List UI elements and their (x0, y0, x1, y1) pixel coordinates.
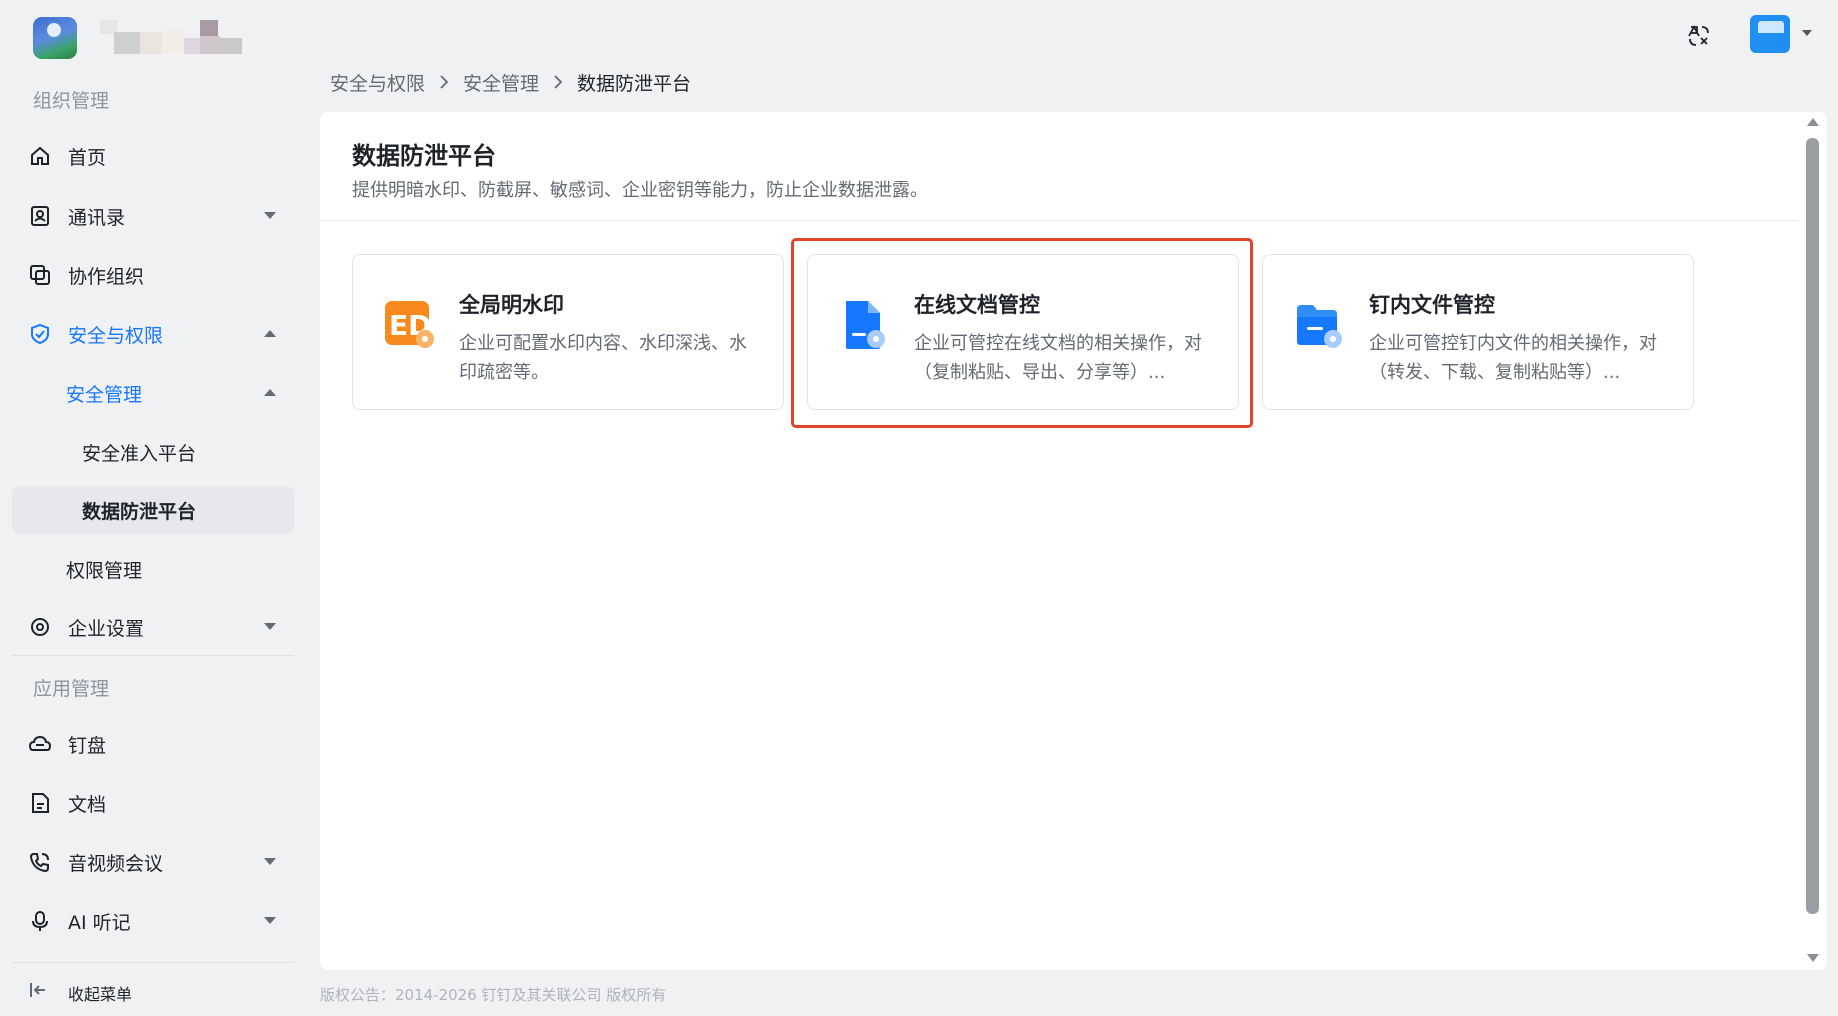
folder-icon (1293, 297, 1345, 353)
sidebar-item-security-permission[interactable]: 安全与权限 (12, 310, 294, 358)
sidebar-item-label: 协作组织 (68, 265, 145, 288)
sidebar-item-permission-management[interactable]: 权限管理 (12, 545, 294, 593)
chevron-right-icon (439, 75, 449, 89)
breadcrumb-item[interactable]: 安全管理 (463, 69, 539, 96)
chevron-down-icon (264, 858, 276, 865)
section-title-apps: 应用管理 (33, 678, 110, 700)
sidebar-item-label: 权限管理 (66, 559, 143, 582)
divider (12, 962, 294, 963)
sidebar-item-collab[interactable]: 协作组织 (12, 251, 294, 299)
footer-copyright: 版权公告：2014-2026 钉钉及其关联公司 版权所有 (320, 986, 667, 1004)
card-title: 在线文档管控 (914, 293, 1040, 317)
sidebar-item-home[interactable]: 首页 (12, 132, 294, 180)
sidebar-item-label: AI 听记 (68, 911, 131, 934)
sidebar-item-meeting[interactable]: 音视频会议 (12, 838, 294, 886)
sidebar-item-label: 音视频会议 (68, 852, 164, 875)
card-description: 企业可管控钉内文件的相关操作，对（转发、下载、复制粘贴等）... (1369, 333, 1657, 383)
breadcrumb-current: 数据防泄平台 (577, 72, 692, 95)
settings-icon (28, 615, 52, 639)
translate-icon[interactable] (1683, 20, 1715, 52)
sidebar-item-drive[interactable]: 钉盘 (12, 720, 294, 768)
sidebar-item-dlp[interactable]: 数据防泄平台 (12, 486, 294, 534)
sidebar-item-label: 安全与权限 (68, 324, 164, 347)
sidebar-item-label: 通讯录 (68, 206, 126, 229)
scroll-up-arrow-icon[interactable] (1807, 118, 1819, 126)
chevron-up-icon (264, 389, 276, 396)
sidebar-item-security-management[interactable]: 安全管理 (12, 369, 294, 417)
card-description: 企业可配置水印内容、水印深浅、水印疏密等。 (459, 333, 747, 383)
home-icon (28, 144, 52, 168)
sidebar-item-ai-notes[interactable]: AI 听记 (12, 897, 294, 945)
shield-icon (28, 322, 52, 346)
top-bar (0, 0, 1838, 72)
card-global-watermark[interactable]: ED 全局明水印 企业可配置水印内容、水印深浅、水印疏密等。 (352, 254, 784, 410)
card-description: 企业可管控在线文档的相关操作，对（复制粘贴、导出、分享等）... (914, 333, 1202, 383)
sidebar-item-secure-access[interactable]: 安全准入平台 (12, 428, 294, 476)
scrollbar-thumb[interactable] (1806, 138, 1819, 914)
org-logo[interactable] (33, 17, 77, 59)
breadcrumb-item[interactable]: 安全与权限 (330, 69, 425, 96)
online-doc-icon (838, 297, 890, 353)
chevron-down-icon (264, 212, 276, 219)
cloud-drive-icon (28, 732, 52, 756)
sidebar-item-enterprise-settings[interactable]: 企业设置 (12, 603, 294, 651)
chevron-down-icon (264, 623, 276, 630)
org-name-blurred (100, 20, 242, 54)
sidebar-item-label: 数据防泄平台 (82, 500, 197, 523)
section-title-org: 组织管理 (33, 90, 110, 112)
scrollbar[interactable] (1798, 112, 1827, 970)
collapse-icon (28, 980, 50, 1002)
sidebar-item-label: 文档 (68, 793, 107, 816)
watermark-icon: ED (383, 297, 435, 353)
chevron-down-icon (264, 917, 276, 924)
sidebar-item-contacts[interactable]: 通讯录 (12, 192, 294, 240)
collapse-menu-label: 收起菜单 (68, 985, 133, 1004)
scroll-down-arrow-icon[interactable] (1807, 954, 1819, 962)
card-title: 钉内文件管控 (1369, 293, 1495, 317)
divider (12, 655, 294, 656)
chevron-right-icon (553, 75, 563, 89)
card-internal-file-control[interactable]: 钉内文件管控 企业可管控钉内文件的相关操作，对（转发、下载、复制粘贴等）... (1262, 254, 1694, 410)
page-title: 数据防泄平台 (352, 142, 496, 170)
phone-icon (28, 850, 52, 874)
card-online-doc-control[interactable]: 在线文档管控 企业可管控在线文档的相关操作，对（复制粘贴、导出、分享等）... (807, 254, 1239, 410)
sidebar-item-label: 安全准入平台 (82, 442, 197, 465)
collab-org-icon (28, 263, 52, 287)
card-title: 全局明水印 (459, 293, 564, 317)
collapse-menu-button[interactable]: 收起菜单 (12, 972, 294, 1012)
sidebar: 组织管理 首页 通讯录 协作组织 安全与权限 安全管理 安全准入平台 数据防泄平… (0, 72, 300, 1016)
divider (320, 220, 1798, 221)
main-panel: 数据防泄平台 提供明暗水印、防截屏、敏感词、企业密钥等能力，防止企业数据泄露。 … (320, 112, 1827, 970)
chevron-down-icon[interactable] (1802, 30, 1812, 36)
chevron-up-icon (264, 330, 276, 337)
sidebar-item-label: 安全管理 (66, 383, 143, 406)
microphone-icon (28, 909, 52, 933)
user-avatar[interactable] (1750, 15, 1790, 53)
contacts-icon (28, 204, 52, 228)
sidebar-item-label: 企业设置 (68, 617, 145, 640)
page-description: 提供明暗水印、防截屏、敏感词、企业密钥等能力，防止企业数据泄露。 (352, 180, 928, 201)
sidebar-item-label: 首页 (68, 146, 107, 169)
breadcrumb: 安全与权限 安全管理 数据防泄平台 (330, 69, 691, 95)
sidebar-item-docs[interactable]: 文档 (12, 779, 294, 827)
sidebar-item-label: 钉盘 (68, 734, 107, 757)
document-icon (28, 791, 52, 815)
